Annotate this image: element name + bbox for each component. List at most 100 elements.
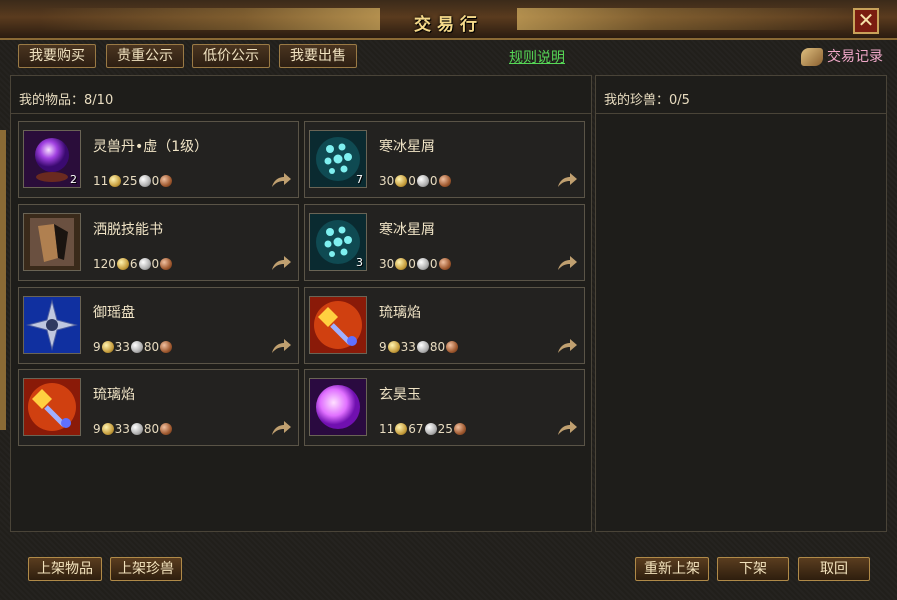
share-arrow-icon[interactable] [270, 337, 292, 355]
pink-jade-icon[interactable] [309, 378, 367, 436]
close-button[interactable]: ✕ [853, 8, 879, 34]
fire-crystal-icon[interactable] [309, 296, 367, 354]
title-bar: 交易行 ✕ [0, 0, 897, 40]
price-silver: 0 [408, 257, 416, 271]
copper-coin-icon [160, 258, 173, 270]
item-price: 9 33 80 [93, 340, 173, 354]
list-pet-button[interactable]: 上架珍兽 [110, 557, 182, 581]
item-count: 2 [70, 173, 77, 186]
silver-coin-icon [424, 423, 437, 435]
silver-coin-icon [130, 341, 143, 353]
item-price: 120 6 0 [93, 257, 173, 271]
item-name: 御瑶盘 [93, 305, 135, 321]
tab-valuable-notice[interactable]: 贵重公示 [106, 44, 184, 68]
withdraw-button[interactable]: 取回 [798, 557, 870, 581]
price-silver: 33 [400, 340, 416, 354]
share-arrow-icon[interactable] [270, 171, 292, 189]
item-card[interactable]: 洒脱技能书 120 6 0 [18, 204, 299, 281]
share-arrow-icon[interactable] [556, 419, 578, 437]
window-title: 交易行 [414, 15, 483, 35]
silver-coin-icon [416, 258, 429, 270]
item-name: 灵兽丹•虚（1级） [93, 139, 209, 155]
gold-coin-icon [101, 423, 114, 435]
item-card[interactable]: 2 灵兽丹•虚（1级） 11 25 0 [18, 121, 299, 198]
silver-coin-icon [416, 341, 429, 353]
price-copper: 0 [151, 257, 160, 271]
price-copper: 80 [429, 340, 446, 354]
item-card[interactable]: 3 寒冰星屑 30 0 0 [304, 204, 585, 281]
item-price: 11 67 25 [379, 422, 467, 436]
item-name: 琉璃焰 [93, 387, 135, 403]
silver-coin-icon [416, 175, 429, 187]
item-price: 11 25 0 [93, 174, 173, 188]
item-name: 寒冰星屑 [379, 222, 435, 238]
item-card[interactable]: 琉璃焰 9 33 80 [18, 369, 299, 446]
relist-button[interactable]: 重新上架 [635, 557, 709, 581]
item-name: 寒冰星屑 [379, 139, 435, 155]
price-gold: 30 [379, 174, 395, 188]
ice-shard-icon[interactable]: 3 [309, 213, 367, 271]
price-copper: 25 [437, 422, 453, 436]
skill-book-icon[interactable] [23, 213, 81, 271]
shuriken-icon[interactable] [23, 296, 81, 354]
price-gold: 120 [93, 257, 116, 271]
tab-sell[interactable]: 我要出售 [279, 44, 357, 68]
rules-link[interactable]: 规则说明 [509, 47, 565, 67]
share-arrow-icon[interactable] [270, 254, 292, 272]
share-arrow-icon[interactable] [556, 337, 578, 355]
price-silver: 6 [129, 257, 138, 271]
my-pets-panel: 我的珍兽：0/5 [595, 75, 887, 532]
my-items-header: 我的物品：8/10 [11, 76, 591, 114]
item-card[interactable]: 琉璃焰 9 33 80 [304, 287, 585, 364]
tab-buy[interactable]: 我要购买 [18, 44, 96, 68]
my-pets-label: 我的珍兽： [604, 93, 670, 108]
list-item-button[interactable]: 上架物品 [28, 557, 102, 581]
item-count: 3 [356, 256, 363, 269]
price-silver: 33 [114, 422, 130, 436]
price-copper: 0 [429, 174, 438, 188]
price-gold: 11 [93, 174, 109, 188]
gold-coin-icon [116, 258, 129, 270]
my-pets-count: 0/5 [669, 93, 690, 108]
item-card[interactable]: 玄昊玉 11 67 25 [304, 369, 585, 446]
price-gold: 9 [93, 422, 101, 436]
item-card[interactable]: 御瑶盘 9 33 80 [18, 287, 299, 364]
trade-record-link[interactable]: 交易记录 [801, 44, 883, 70]
gold-coin-icon [395, 175, 408, 187]
my-items-label: 我的物品： [19, 93, 85, 108]
gold-coin-icon [109, 175, 122, 187]
price-silver: 33 [114, 340, 130, 354]
item-card[interactable]: 7 寒冰星屑 30 0 0 [304, 121, 585, 198]
price-silver: 0 [408, 174, 416, 188]
item-name: 洒脱技能书 [93, 222, 163, 238]
fire-crystal-icon[interactable] [23, 378, 81, 436]
tab-lowprice-notice[interactable]: 低价公示 [192, 44, 270, 68]
item-price: 30 0 0 [379, 257, 452, 271]
ice-shard-icon[interactable]: 7 [309, 130, 367, 188]
price-copper: 80 [143, 340, 160, 354]
item-price: 9 33 80 [379, 340, 459, 354]
trade-record-label: 交易记录 [827, 49, 883, 65]
copper-coin-icon [160, 341, 173, 353]
my-items-count: 8/10 [84, 93, 114, 108]
share-arrow-icon[interactable] [556, 171, 578, 189]
scroll-icon [801, 48, 823, 66]
item-name: 琉璃焰 [379, 305, 421, 321]
share-arrow-icon[interactable] [556, 254, 578, 272]
gold-coin-icon [101, 341, 114, 353]
copper-coin-icon [160, 423, 173, 435]
price-silver: 25 [122, 174, 138, 188]
item-name: 玄昊玉 [379, 387, 421, 403]
item-price: 9 33 80 [93, 422, 173, 436]
price-gold: 30 [379, 257, 395, 271]
my-pets-header: 我的珍兽：0/5 [596, 76, 886, 114]
item-count: 7 [356, 173, 363, 186]
gold-coin-icon [395, 423, 408, 435]
delist-button[interactable]: 下架 [717, 557, 789, 581]
share-arrow-icon[interactable] [270, 419, 292, 437]
price-gold: 9 [379, 340, 387, 354]
silver-coin-icon [138, 175, 151, 187]
purple-orb-icon[interactable]: 2 [23, 130, 81, 188]
gold-coin-icon [395, 258, 408, 270]
close-icon: ✕ [857, 8, 875, 32]
